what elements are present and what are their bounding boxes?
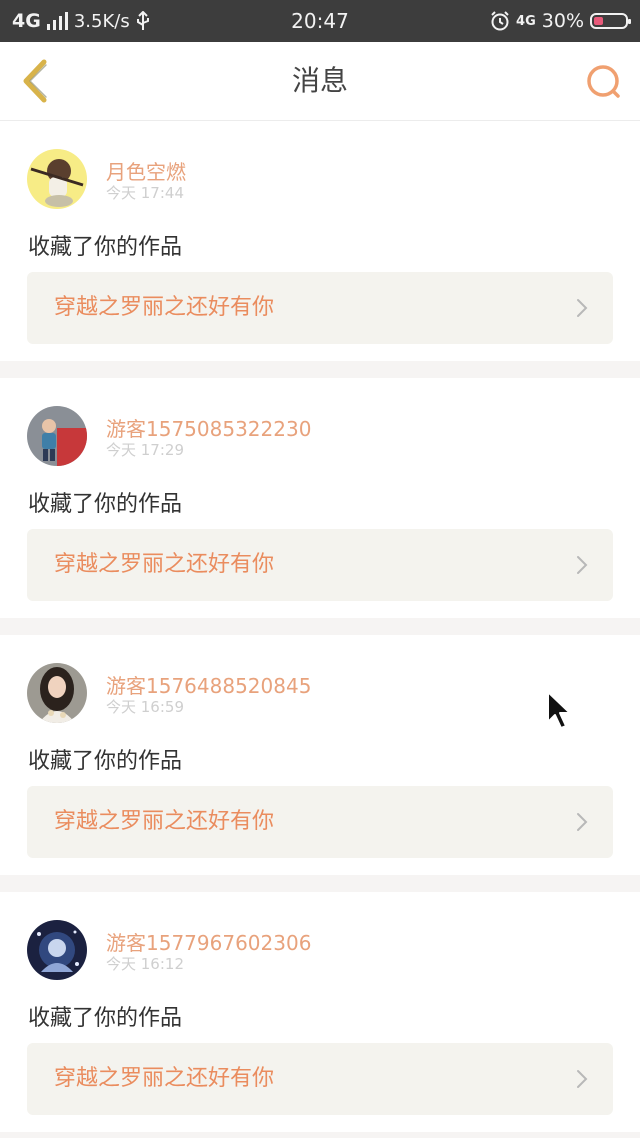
mouse-cursor-icon (547, 691, 571, 729)
message-card: 游客1576488520845 今天 16:59 收藏了你的作品 穿越之罗丽之还… (0, 635, 640, 875)
avatar[interactable] (27, 406, 87, 466)
work-title: 穿越之罗丽之还好有你 (54, 552, 275, 577)
battery-percent: 30% (541, 10, 584, 32)
timestamp: 今天 17:44 (106, 184, 184, 202)
username[interactable]: 游客1577967602306 (106, 927, 311, 956)
network-type-secondary: 4G (516, 13, 536, 29)
chevron-right-icon (577, 1070, 588, 1088)
page-title: 消息 (291, 64, 348, 97)
chevron-right-icon (577, 813, 588, 831)
work-link[interactable]: 穿越之罗丽之还好有你 (27, 1043, 613, 1115)
action-text: 收藏了你的作品 (28, 749, 183, 774)
timestamp: 今天 16:59 (106, 698, 184, 716)
nav-bar: 消息 (0, 42, 640, 121)
alarm-icon (491, 11, 509, 31)
status-right: 4G 30% (490, 0, 631, 42)
work-title: 穿越之罗丽之还好有你 (54, 295, 275, 320)
avatar[interactable] (27, 663, 87, 723)
work-title: 穿越之罗丽之还好有你 (54, 1066, 275, 1091)
work-link[interactable]: 穿越之罗丽之还好有你 (27, 529, 613, 601)
chevron-right-icon (577, 556, 588, 574)
work-title: 穿越之罗丽之还好有你 (54, 809, 275, 834)
action-text: 收藏了你的作品 (28, 235, 183, 260)
username[interactable]: 月色空燃 (106, 156, 186, 185)
chevron-right-icon (577, 299, 588, 317)
timestamp: 今天 17:29 (106, 441, 184, 459)
battery-icon (590, 13, 631, 29)
status-bar: 4G 3.5K/s 20:47 4G 30% (0, 0, 640, 42)
message-card: 游客1575085322230 今天 17:29 收藏了你的作品 穿越之罗丽之还… (0, 378, 640, 618)
avatar[interactable] (27, 920, 87, 980)
username[interactable]: 游客1575085322230 (106, 413, 311, 442)
message-card: 月色空燃 今天 17:44 收藏了你的作品 穿越之罗丽之还好有你 (0, 121, 640, 361)
action-text: 收藏了你的作品 (28, 492, 183, 517)
username[interactable]: 游客1576488520845 (106, 670, 311, 699)
search-icon[interactable] (584, 62, 624, 102)
work-link[interactable]: 穿越之罗丽之还好有你 (27, 272, 613, 344)
action-text: 收藏了你的作品 (28, 1006, 183, 1031)
timestamp: 今天 16:12 (106, 955, 184, 973)
message-card: 游客1577967602306 今天 16:12 收藏了你的作品 穿越之罗丽之还… (0, 892, 640, 1132)
avatar[interactable] (27, 149, 87, 209)
work-link[interactable]: 穿越之罗丽之还好有你 (27, 786, 613, 858)
